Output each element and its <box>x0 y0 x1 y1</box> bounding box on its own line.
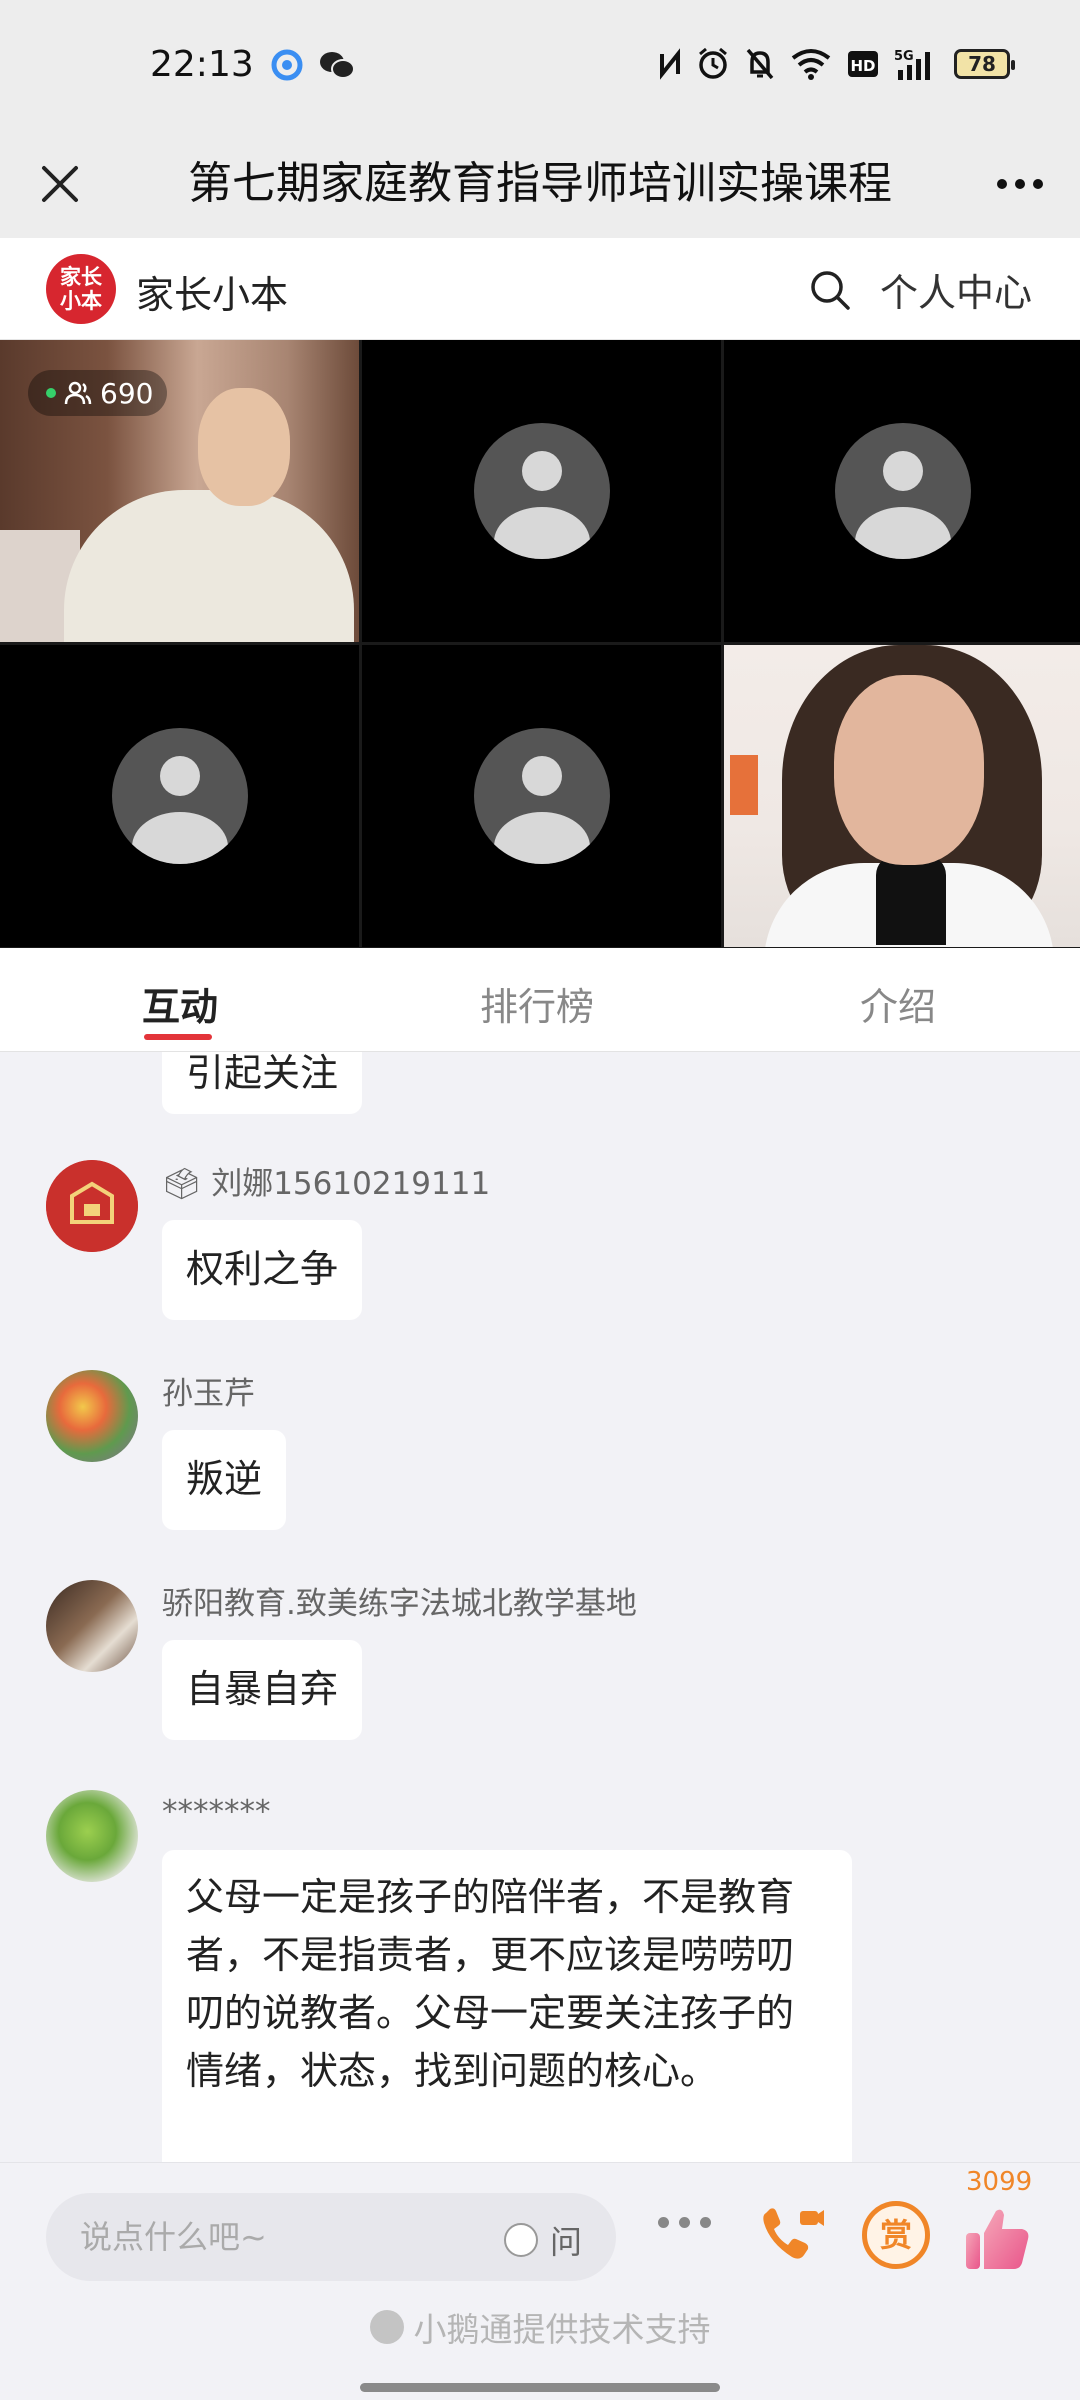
comment-input-wrapper: 问 <box>46 2193 616 2281</box>
bottom-bar: 问 赏 3099 小鹅通提供技术支持 <box>0 2162 1080 2400</box>
background-object <box>730 755 758 815</box>
personal-center-link[interactable]: 个人中心 <box>880 262 1032 317</box>
status-bar: 22:13 HD 5G 78 <box>0 0 1080 130</box>
like-count: 3099 <box>966 2167 1033 2197</box>
hd-icon: HD <box>846 46 880 82</box>
comment-input[interactable] <box>80 2193 480 2281</box>
video-tile-placeholder[interactable] <box>362 340 721 642</box>
message-username: 孙玉芹 <box>162 1376 255 1412</box>
avatar[interactable] <box>46 1790 138 1882</box>
5g-signal-icon: 5G <box>894 46 940 82</box>
active-tab-indicator <box>144 1034 212 1040</box>
qq-browser-icon <box>270 48 304 82</box>
avatar[interactable] <box>46 1370 138 1462</box>
dot <box>1015 179 1025 189</box>
tab-introduction[interactable]: 介绍 <box>860 976 936 1031</box>
status-time: 22:13 <box>150 44 254 85</box>
video-tile-speaker[interactable] <box>724 645 1080 947</box>
message-username: 骄阳教育.致美练字法城北教学基地 <box>162 1586 637 1622</box>
more-actions-button[interactable] <box>658 2217 711 2228</box>
default-avatar-icon <box>473 728 610 864</box>
ask-radio-icon <box>503 2223 538 2257</box>
nfc-icon <box>658 46 682 82</box>
status-icons: HD 5G 78 <box>658 46 1015 82</box>
avatar[interactable] <box>46 1160 138 1252</box>
speaker-neck <box>876 855 946 945</box>
people-icon <box>64 381 92 405</box>
title-bar: 第七期家庭教育指导师培训实操课程 <box>0 130 1080 238</box>
message-bubble: 叛逆 <box>162 1430 287 1530</box>
dot <box>658 2217 669 2228</box>
speaker-face <box>834 675 984 865</box>
video-tile-host[interactable]: 690 <box>0 340 359 642</box>
tab-bar: 互动 排行榜 介绍 <box>0 948 1080 1052</box>
avatar-logo-icon <box>46 1160 138 1252</box>
home-indicator[interactable] <box>360 2383 720 2392</box>
brand-name[interactable]: 家长小本 <box>136 264 288 319</box>
reward-button[interactable]: 赏 <box>862 2201 930 2269</box>
alarm-icon <box>696 46 730 82</box>
viewer-count: 690 <box>100 376 154 410</box>
video-tile-placeholder[interactable] <box>0 645 359 947</box>
like-button[interactable] <box>962 2203 1034 2275</box>
dot <box>1033 179 1043 189</box>
svg-text:5G: 5G <box>894 49 914 64</box>
viewer-count-badge: 690 <box>28 370 168 416</box>
ask-question-toggle[interactable]: 问 <box>503 2217 582 2263</box>
chat-list[interactable]: 引起关注 🗳 刘娜15610219111 权利之争 孙玉芹 叛逆 骄阳教育.致美… <box>0 1052 1080 2162</box>
video-call-button[interactable] <box>756 2199 826 2269</box>
video-tile-placeholder[interactable] <box>362 645 721 947</box>
message-bubble: 自暴自弃 <box>162 1640 363 1740</box>
tab-interaction[interactable]: 互动 <box>142 976 218 1031</box>
default-avatar-icon <box>835 423 971 559</box>
xiaoe-logo-icon <box>369 2310 404 2344</box>
close-icon <box>42 166 78 202</box>
message-bubble: 父母一定是孩子的陪伴者，不是教育 者，不是指责者，更不应该是唠唠叨 叨的说教者。… <box>162 1850 852 2162</box>
message-bubble-partial: 引起关注 <box>162 1052 363 1114</box>
host-figure <box>64 490 354 642</box>
status-app-icons <box>270 48 355 82</box>
default-avatar-icon <box>473 423 610 559</box>
live-dot <box>46 388 56 398</box>
message-line: 叨的说教者。父母一定要关注孩子的 <box>186 1991 795 2035</box>
message-bubble: 权利之争 <box>162 1220 363 1320</box>
tech-support-footer: 小鹅通提供技术支持 <box>0 2303 1080 2351</box>
host-face <box>198 388 290 506</box>
search-icon <box>811 271 850 310</box>
default-avatar-icon <box>111 728 248 864</box>
dot <box>679 2217 690 2228</box>
page-title: 第七期家庭教育指导师培训实操课程 <box>188 158 892 209</box>
phone-video-icon <box>763 2208 824 2259</box>
tech-support-text: 小鹅通提供技术支持 <box>413 2310 711 2349</box>
tab-leaderboard[interactable]: 排行榜 <box>480 976 594 1031</box>
message-username: ******* <box>162 1794 271 1830</box>
video-tile-placeholder[interactable] <box>724 340 1080 642</box>
message-line: 情绪，状态，找到问题的核心。 <box>186 2049 719 2093</box>
battery-icon: 78 <box>954 49 1015 79</box>
brand-header: 家长 小本 家长小本 个人中心 <box>0 238 1080 340</box>
close-button[interactable] <box>28 152 92 216</box>
svg-text:HD: HD <box>850 57 875 75</box>
thumbs-up-icon <box>966 2209 1029 2269</box>
wifi-icon <box>790 46 832 82</box>
search-button[interactable] <box>808 268 852 312</box>
brand-logo[interactable]: 家长 小本 <box>46 254 116 324</box>
message-line: 父母一定是孩子的陪伴者，不是教育 <box>186 1875 795 1919</box>
avatar[interactable] <box>46 1580 138 1672</box>
message-line: 者，不是指责者，更不应该是唠唠叨 <box>186 1933 795 1977</box>
wechat-icon <box>318 48 355 82</box>
brand-logo-text: 家长 小本 <box>60 265 102 313</box>
more-menu-button[interactable] <box>988 152 1052 216</box>
dot <box>997 179 1007 189</box>
video-grid: 690 <box>0 340 1080 948</box>
message-username: 🗳 刘娜15610219111 <box>162 1166 491 1202</box>
dot <box>700 2217 711 2228</box>
ask-label: 问 <box>549 2223 582 2261</box>
mute-icon <box>744 46 776 82</box>
